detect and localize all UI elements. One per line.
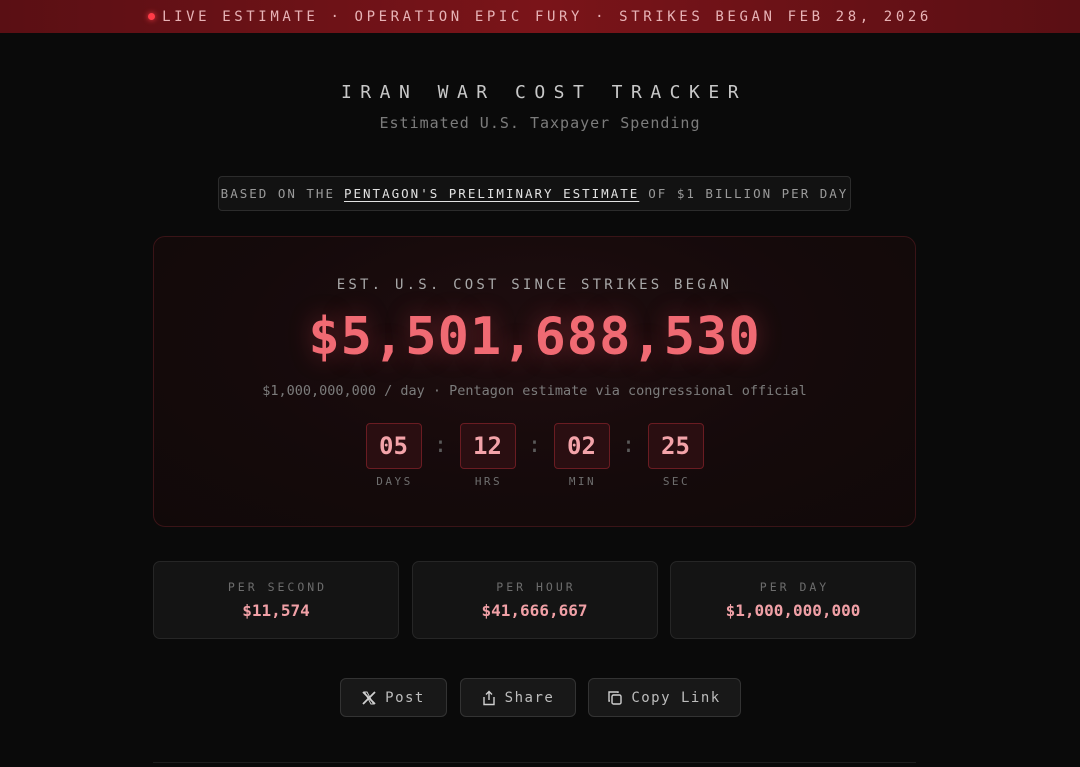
copy-link-button[interactable]: Copy Link (587, 678, 741, 717)
rate-note: $1,000,000,000 / day · Pentagon estimate… (262, 383, 807, 399)
timer-separator: : (527, 433, 542, 458)
live-banner: LIVE ESTIMATE · OPERATION EPIC FURY · ST… (0, 0, 1080, 33)
estimate-basis-notice: BASED ON THE PENTAGON'S PRELIMINARY ESTI… (218, 176, 851, 211)
timer-seconds: 25 SEC (647, 423, 704, 488)
elapsed-timer: 05 DAYS : 12 HRS : 02 MIN : 25 SEC (154, 423, 915, 488)
cost-counter-card: EST. U.S. COST SINCE STRIKES BEGAN $5,50… (153, 236, 916, 527)
share-button[interactable]: Share (459, 678, 576, 717)
timer-hours-label: HRS (474, 475, 503, 488)
page-subtitle: Estimated U.S. Taxpayer Spending (379, 114, 701, 132)
share-icon (482, 690, 495, 705)
timer-hours: 12 HRS (459, 423, 516, 488)
basis-suffix: OF $1 BILLION PER DAY (648, 186, 849, 201)
stat-label: PER SECOND (227, 580, 328, 594)
timer-seconds-value: 25 (647, 423, 704, 469)
page-title: IRAN WAR COST TRACKER (340, 82, 748, 103)
counter-label: EST. U.S. COST SINCE STRIKES BEGAN (336, 277, 733, 293)
stat-value: $41,666,667 (481, 601, 588, 620)
banner-text: LIVE ESTIMATE · OPERATION EPIC FURY · ST… (162, 8, 932, 25)
share-actions: Post Share Copy Link (0, 678, 1080, 717)
stat-per-second: PER SECOND $11,574 (153, 561, 399, 639)
timer-hours-value: 12 (459, 423, 516, 469)
timer-minutes: 02 MIN (553, 423, 610, 488)
basis-prefix: BASED ON THE (220, 186, 335, 201)
rate-stats: PER SECOND $11,574 PER HOUR $41,666,667 … (153, 561, 916, 639)
total-cost-amount: $5,501,688,530 (308, 307, 761, 367)
timer-minutes-value: 02 (553, 423, 610, 469)
timer-minutes-label: MIN (568, 475, 597, 488)
timer-separator: : (433, 433, 448, 458)
stat-per-hour: PER HOUR $41,666,667 (411, 561, 658, 639)
stat-label: PER DAY (759, 580, 830, 594)
x-logo-icon (362, 690, 376, 705)
timer-seconds-label: SEC (662, 475, 691, 488)
stat-per-day: PER DAY $1,000,000,000 (670, 561, 916, 639)
timer-separator: : (621, 433, 636, 458)
post-button[interactable]: Post (339, 678, 447, 717)
stat-value: $11,574 (242, 601, 310, 620)
timer-days-label: DAYS (376, 475, 413, 488)
pentagon-estimate-link[interactable]: PENTAGON'S PRELIMINARY ESTIMATE (344, 186, 639, 201)
share-button-label: Share (504, 689, 555, 706)
live-indicator-dot (148, 13, 156, 20)
copy-icon (608, 690, 623, 705)
timer-days-value: 05 (365, 423, 422, 469)
timer-days: 05 DAYS (365, 423, 422, 488)
stat-label: PER HOUR (496, 580, 576, 594)
footer-divider (153, 762, 916, 763)
stat-value: $1,000,000,000 (725, 601, 861, 620)
post-button-label: Post (385, 689, 425, 706)
copy-button-label: Copy Link (631, 689, 721, 706)
